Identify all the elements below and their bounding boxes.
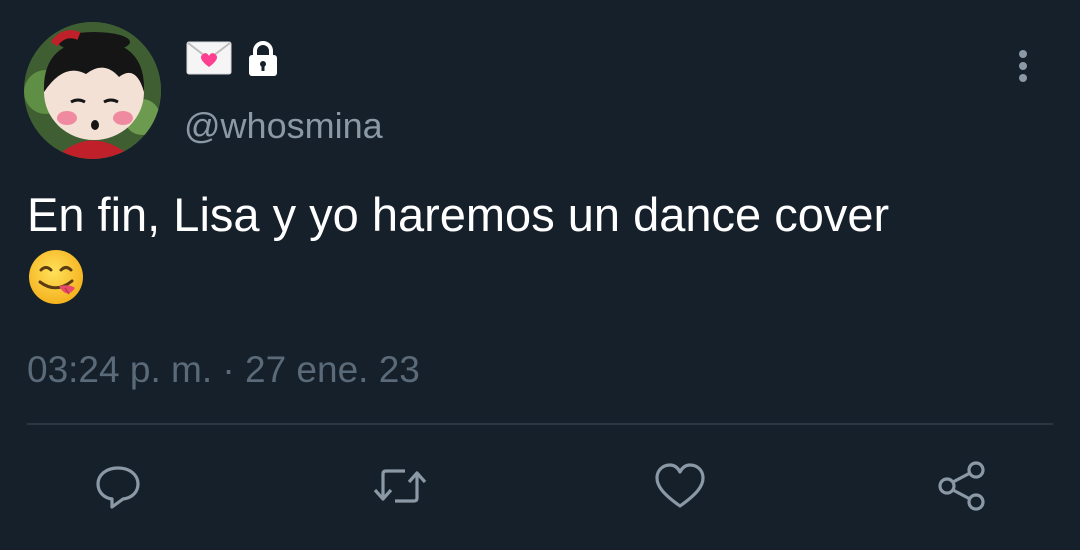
like-button[interactable] (652, 460, 708, 516)
tweet-text: En fin, Lisa y yo haremos un dance cover (27, 186, 1047, 319)
avatar-image (24, 22, 161, 159)
tweet-timestamp[interactable]: 03:24 p. m. · 27 ene. 23 (27, 346, 420, 394)
tweet-detail: @whosmina En fin, Lisa y yo haremos un d… (0, 0, 1080, 550)
face-savoring-food-emoji (27, 248, 85, 319)
reply-button[interactable] (90, 460, 146, 516)
divider (27, 423, 1053, 425)
reply-icon (92, 460, 144, 517)
user-handle[interactable]: @whosmina (184, 104, 383, 148)
display-name-row[interactable] (186, 40, 282, 80)
avatar[interactable] (24, 22, 161, 159)
retweet-button[interactable] (372, 460, 428, 516)
lock-icon (244, 39, 282, 82)
more-options-icon[interactable] (1008, 48, 1038, 88)
share-icon (934, 458, 990, 519)
love-letter-icon (186, 41, 232, 80)
like-icon (653, 460, 707, 517)
retweet-icon (371, 460, 429, 517)
share-button[interactable] (934, 460, 990, 516)
tweet-text-content: En fin, Lisa y yo haremos un dance cover (27, 188, 890, 241)
